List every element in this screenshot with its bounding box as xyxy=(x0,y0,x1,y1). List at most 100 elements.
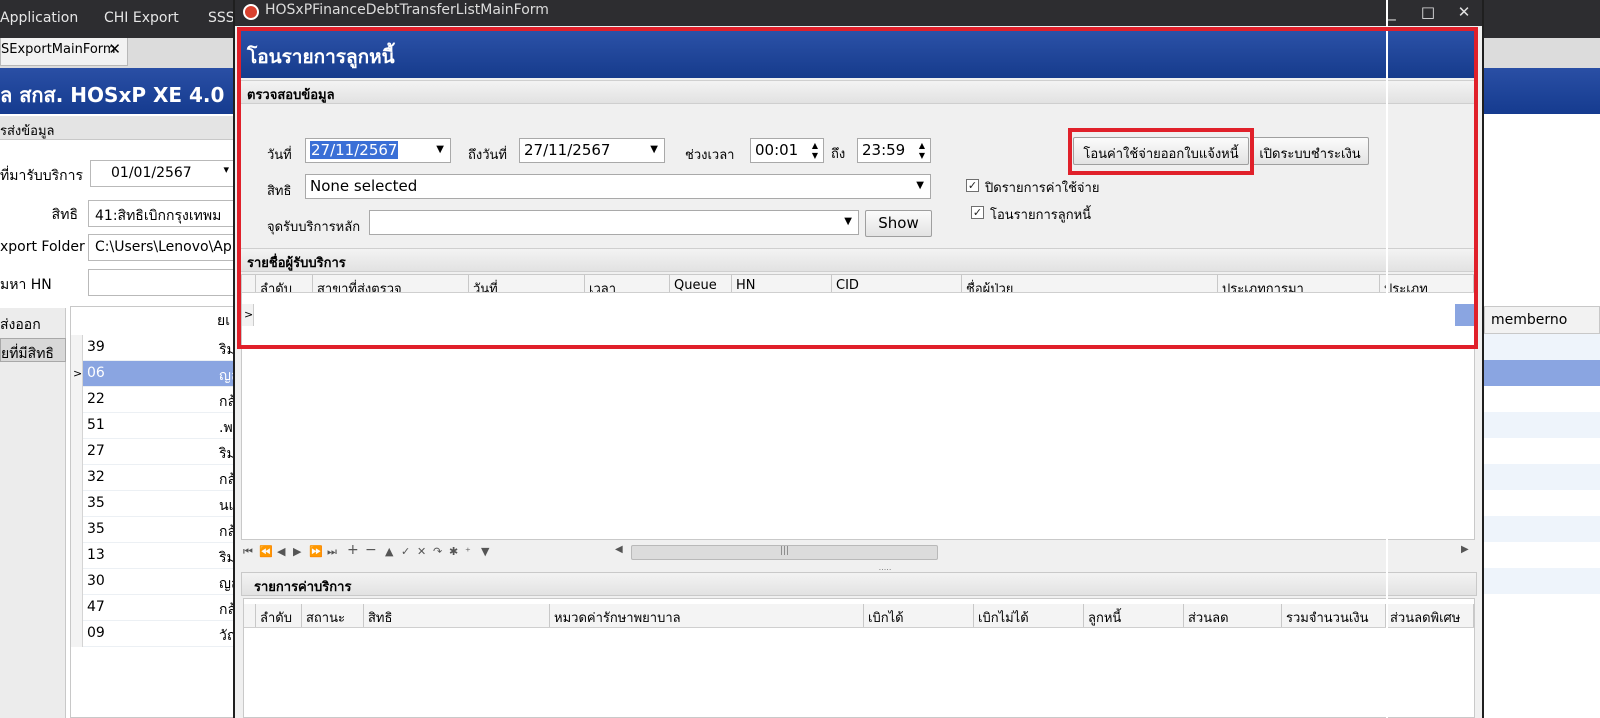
column-header[interactable]: ลำดับ xyxy=(256,604,302,627)
row-indicator xyxy=(71,491,83,517)
document-tab-label: SExportMainForm xyxy=(1,42,116,57)
horizontal-scrollbar[interactable]: ◀ ||| ▶ xyxy=(615,544,1469,561)
bg-grid-row[interactable]: 35 กล้ xyxy=(71,517,241,543)
charges-section-title: รายการค่าบริการ xyxy=(254,580,352,595)
bg-export-folder-field[interactable]: C:\Users\Lenovo\Ap xyxy=(88,234,236,261)
prev-page-icon[interactable]: ⏪ xyxy=(259,545,273,558)
bg-row-number: 51 xyxy=(87,417,105,433)
panel-splitter[interactable]: ..... xyxy=(795,564,975,572)
bg-grid-row[interactable]: 35 นเล xyxy=(71,491,242,517)
column-header[interactable]: เบิกได้ xyxy=(864,604,974,627)
post-icon[interactable]: ✓ xyxy=(401,545,410,558)
bg-grid-row[interactable]: 09 วัณ xyxy=(71,621,241,647)
bg-grid-row[interactable]: 32 กล้ xyxy=(71,465,241,491)
bg-label-export-folder: xport Folder xyxy=(0,239,85,255)
bg-service-date-field[interactable]: 01/01/2567 ▾ xyxy=(90,160,236,187)
bg-grid-row[interactable]: 47 กล้ xyxy=(71,595,241,621)
column-header[interactable]: สิทธิ xyxy=(364,604,550,627)
edit-icon[interactable]: ▲ xyxy=(385,545,393,558)
row-indicator: > xyxy=(71,361,83,387)
bg-tab-export[interactable]: ส่งออก xyxy=(0,310,66,334)
highlight-transfer-button xyxy=(1068,128,1254,175)
scroll-thumb[interactable]: ||| xyxy=(631,545,938,560)
goto-bookmark-icon[interactable]: ⁺ xyxy=(465,545,471,558)
row-indicator xyxy=(71,595,83,621)
bg-row-number: 30 xyxy=(87,573,105,589)
refresh-icon[interactable]: ↷ xyxy=(433,545,442,558)
prev-record-icon[interactable]: ◀ xyxy=(277,545,285,558)
maximize-button[interactable]: □ xyxy=(1411,0,1445,26)
column-header[interactable]: สถานะ xyxy=(302,604,364,627)
row-indicator xyxy=(71,465,83,491)
bg-search-hn-input[interactable] xyxy=(88,269,236,296)
column-header[interactable]: รวมจำนวนเงิน xyxy=(1282,604,1386,627)
bg-row-number: 22 xyxy=(87,391,105,407)
bg-label-service-date: ที่มารับบริการ xyxy=(0,168,83,184)
background-section-label: รส่งข้อมูล xyxy=(0,124,55,139)
bg-row-number: 35 xyxy=(87,521,105,537)
bg-row-number: 35 xyxy=(87,495,105,511)
highlight-frame xyxy=(237,27,1478,349)
bg-grid-row[interactable]: 39 ริม xyxy=(71,335,241,361)
bg-row-number: 06 xyxy=(87,365,105,381)
minimize-button[interactable]: _ xyxy=(1375,0,1409,26)
menu-sss[interactable]: SSS xyxy=(208,10,235,26)
bg-grid-row[interactable]: 22 กล้ xyxy=(71,387,241,413)
window-titlebar[interactable]: HOSxPFinanceDebtTransferListMainForm _ □… xyxy=(235,0,1482,26)
bg-grid-row[interactable]: 13 ริม xyxy=(71,543,241,569)
bg-tab-eligible[interactable]: ยที่มีสิทธิ xyxy=(0,338,66,362)
row-indicator xyxy=(71,413,83,439)
next-page-icon[interactable]: ⏩ xyxy=(309,545,323,558)
bg-service-date-value: 01/01/2567 xyxy=(111,165,192,181)
column-header[interactable]: หมวดค่ารักษาพยาบาล xyxy=(550,604,864,627)
bookmark-icon[interactable]: ✱ xyxy=(449,545,458,558)
menu-application[interactable]: Application xyxy=(0,10,78,26)
bg-column-header-memberno[interactable]: memberno xyxy=(1484,306,1600,334)
bg-grid-row[interactable]: 27 ริม xyxy=(71,439,241,465)
row-indicator-header xyxy=(244,604,256,627)
bg-label-right: สิทธิ xyxy=(51,207,78,223)
row-indicator xyxy=(71,387,83,413)
charges-grid-header: ลำดับ สถานะ สิทธิ หมวดค่ารักษาพยาบาล เบิ… xyxy=(244,604,1474,628)
bg-row-fragment: .พ xyxy=(219,420,233,436)
menu-chi-export[interactable]: CHI Export xyxy=(104,10,179,26)
background-grid: ยเ 39 ริม >06 ญล 22 กล้ 51 .พ 27 ริม 32 กล้ 35 นเล 35 ก… xyxy=(70,306,242,718)
bg-right-field[interactable]: 41:สิทธิเบิกกรุงเทพม xyxy=(88,200,236,227)
bg-right-value: 41:สิทธิเบิกกรุงเทพม xyxy=(95,208,222,224)
scroll-right-icon[interactable]: ▶ xyxy=(1461,544,1469,555)
bg-row-number: 27 xyxy=(87,443,105,459)
bg-grid-row[interactable]: >06 ญล xyxy=(71,361,241,387)
first-record-icon[interactable]: ⏮ xyxy=(243,545,253,559)
background-right-rows xyxy=(1484,334,1600,634)
bg-row-number: 13 xyxy=(87,547,105,563)
column-header[interactable]: เบิกไม่ได้ xyxy=(974,604,1084,627)
document-tab[interactable]: SExportMainForm ✕ xyxy=(0,38,128,66)
bg-row-number: 09 xyxy=(87,625,105,641)
filter-icon[interactable]: ▼ xyxy=(481,545,489,558)
last-record-icon[interactable]: ⏭ xyxy=(327,545,337,559)
column-header[interactable]: ลูกหนี้ xyxy=(1084,604,1184,627)
chevron-down-icon[interactable]: ▾ xyxy=(223,163,229,176)
bg-label-search-hn: มหา HN xyxy=(0,277,52,293)
bg-grid-row[interactable]: 51 .พ xyxy=(71,413,241,439)
column-header[interactable]: ส่วนลดพิเศษ xyxy=(1386,604,1474,627)
row-indicator xyxy=(71,517,83,543)
row-indicator xyxy=(71,439,83,465)
window-title: HOSxPFinanceDebtTransferListMainForm xyxy=(265,2,549,18)
bg-row-number: 39 xyxy=(87,339,105,355)
delete-icon[interactable]: − xyxy=(365,542,377,558)
background-left-tabs: ส่งออก ยที่มีสิทธิ xyxy=(0,308,66,718)
bg-row-number: 47 xyxy=(87,599,105,615)
next-record-icon[interactable]: ▶ xyxy=(293,545,301,558)
charges-section-bar: รายการค่าบริการ xyxy=(241,572,1477,596)
bg-grid-row[interactable]: 30 ญล xyxy=(71,569,241,595)
close-icon[interactable]: ✕ xyxy=(108,40,121,58)
row-indicator xyxy=(71,569,83,595)
background-section-bar: รส่งข้อมูล xyxy=(0,116,236,140)
column-header[interactable]: ส่วนลด xyxy=(1184,604,1282,627)
add-icon[interactable]: + xyxy=(347,542,359,558)
scroll-left-icon[interactable]: ◀ xyxy=(615,544,623,555)
cancel-icon[interactable]: ✕ xyxy=(417,545,426,558)
row-indicator xyxy=(71,621,83,647)
close-window-button[interactable]: ✕ xyxy=(1447,0,1481,26)
